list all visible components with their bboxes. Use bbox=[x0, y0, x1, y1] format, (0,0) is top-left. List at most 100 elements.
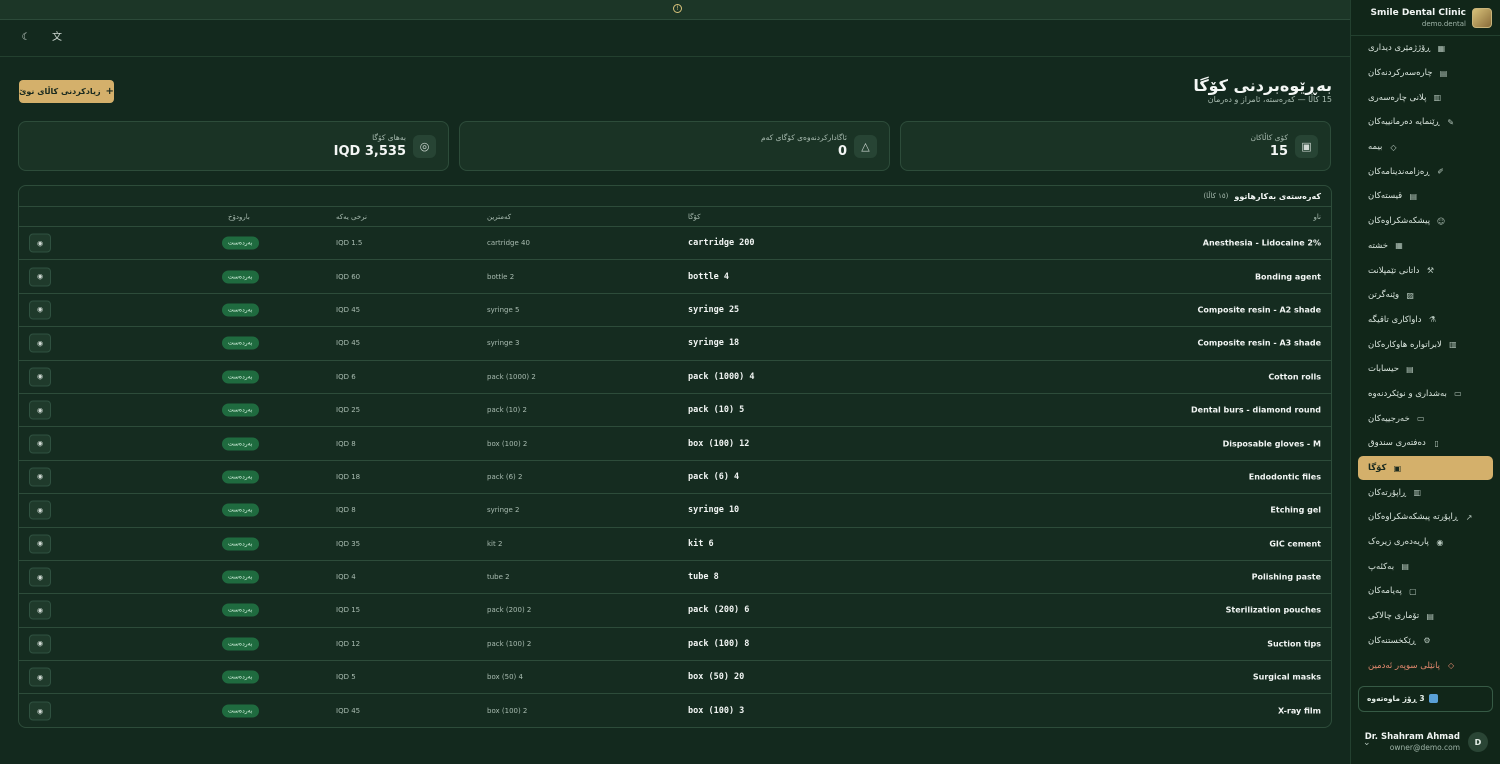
eye-icon: ◉ bbox=[36, 707, 44, 716]
eye-icon: ◉ bbox=[36, 573, 44, 582]
sidebar-item-22[interactable]: ▢ پەیامەکان bbox=[1358, 579, 1493, 604]
item-min: pack (100) 2 bbox=[487, 639, 532, 648]
view-button[interactable]: ◉ bbox=[29, 300, 51, 320]
sidebar-item-13[interactable]: ▤ حیسابات bbox=[1358, 357, 1493, 382]
item-price: IQD 45 bbox=[336, 707, 361, 716]
alert-icon[interactable]: ! bbox=[673, 4, 682, 13]
view-button[interactable]: ◉ bbox=[29, 233, 51, 253]
sidebar-item-16[interactable]: ▯ دەفتەری سندوق bbox=[1358, 431, 1493, 456]
item-name: Disposable gloves - M bbox=[1222, 439, 1321, 449]
status-badge: بەردەست bbox=[222, 270, 259, 284]
table-row: Composite resin - A2 shade syringe 25 syri… bbox=[19, 294, 1331, 328]
wallet-icon: ▭ bbox=[1416, 414, 1425, 424]
view-button[interactable]: ◉ bbox=[29, 467, 51, 487]
sidebar-item-9[interactable]: ⚒ داتانی تێمپلانت bbox=[1358, 258, 1493, 283]
brand: Smile Dental Clinic demo.dental bbox=[1351, 0, 1500, 36]
view-button[interactable]: ◉ bbox=[29, 600, 51, 620]
sidebar-item-24[interactable]: ⚙ ڕێکخستنەکان bbox=[1358, 629, 1493, 654]
sidebar-item-7[interactable]: ☺ پیشکەشکراوەکان bbox=[1358, 209, 1493, 234]
sidebar-item-14[interactable]: ▭ بەشداری و نوێکردنەوە bbox=[1358, 382, 1493, 407]
view-button[interactable]: ◉ bbox=[29, 333, 51, 353]
sidebar-item-17[interactable]: ▣ کۆگا bbox=[1358, 455, 1493, 481]
sidebar-item-8[interactable]: ▦ خشتە bbox=[1358, 234, 1493, 259]
item-min: pack (200) 2 bbox=[487, 606, 532, 615]
clipboard-list-icon: ▥ bbox=[1433, 93, 1442, 103]
status-badge: بەردەست bbox=[222, 437, 259, 451]
table-header-row: ناو کۆگا کەمترین نرخی یەکە بارودۆخ bbox=[19, 207, 1331, 227]
user-menu[interactable]: ⌄ Dr. Shahram Ahmad owner@demo.com D bbox=[1351, 720, 1500, 764]
sidebar-item-6[interactable]: ▤ قیستەکان bbox=[1358, 184, 1493, 209]
sidebar-item-label: ڕۆژژمێری دیداری bbox=[1368, 43, 1431, 54]
calendar-icon bbox=[1428, 694, 1438, 704]
sidebar-item-0[interactable]: ▦ ڕۆژژمێری دیداری bbox=[1358, 36, 1493, 61]
column-header-min[interactable]: کەمترین bbox=[487, 213, 511, 221]
sidebar-item-25[interactable]: ◇ پانێلی سوپەر ئەدمین bbox=[1358, 653, 1493, 678]
view-button[interactable]: ◉ bbox=[29, 267, 51, 287]
eye-icon: ◉ bbox=[36, 339, 44, 348]
stat-value: 15 bbox=[1269, 144, 1288, 159]
item-stock: pack (100) 8 bbox=[688, 638, 750, 649]
view-button[interactable]: ◉ bbox=[29, 634, 51, 654]
sidebar-item-label: کۆگا bbox=[1368, 463, 1387, 474]
sidebar-item-5[interactable]: ✐ ڕەزامەندینامەکان bbox=[1358, 159, 1493, 184]
sidebar-item-15[interactable]: ▭ خەرجییەکان bbox=[1358, 406, 1493, 431]
table-row: Etching gel syringe 10 syringe 2 IQD 8 بەردە… bbox=[19, 494, 1331, 528]
user-email: owner@demo.com bbox=[1389, 743, 1460, 752]
sidebar-item-18[interactable]: ▥ ڕاپۆرتەکان bbox=[1358, 480, 1493, 505]
sidebar-item-20[interactable]: ◉ پاریەدەری زیرەک bbox=[1358, 530, 1493, 555]
item-name: Sterilization pouches bbox=[1225, 605, 1321, 615]
eye-icon: ◉ bbox=[36, 372, 44, 381]
top-banner: ! bbox=[0, 0, 1350, 20]
plus-icon: + bbox=[105, 86, 114, 97]
view-button[interactable]: ◉ bbox=[29, 434, 51, 454]
sidebar-item-3[interactable]: ✎ ڕێنمایە دەرمانییەکان bbox=[1358, 110, 1493, 135]
sidebar-item-label: داواکاری تاقیگە bbox=[1368, 314, 1422, 325]
view-button[interactable]: ◉ bbox=[29, 500, 51, 520]
sidebar-item-label: دەفتەری سندوق bbox=[1368, 438, 1426, 449]
sidebar-item-23[interactable]: ▤ تۆماری چالاکی bbox=[1358, 604, 1493, 629]
message-icon: ▢ bbox=[1409, 586, 1417, 596]
table-row: Surgical masks box (50) 20 box (50) 4 IQD 5… bbox=[19, 661, 1331, 695]
item-price: IQD 60 bbox=[336, 272, 361, 281]
add-item-button[interactable]: + زیادکردنی کاڵای نوێ bbox=[19, 80, 114, 103]
sidebar-item-2[interactable]: ▥ پلانی چارەسەری bbox=[1358, 85, 1493, 110]
column-header-name[interactable]: ناو bbox=[1314, 213, 1321, 221]
view-button[interactable]: ◉ bbox=[29, 667, 51, 687]
sidebar-item-19[interactable]: ↗ ڕاپۆرتە پیشکەشکراوەکان bbox=[1358, 505, 1493, 530]
sidebar-item-1[interactable]: ▤ چارەسەرکردنەکان bbox=[1358, 61, 1493, 86]
item-name: Suction tips bbox=[1267, 639, 1321, 649]
gear-icon: ⚙ bbox=[1423, 636, 1431, 646]
translate-icon[interactable]: 文 bbox=[51, 32, 63, 44]
trend-icon: ↗ bbox=[1465, 512, 1473, 522]
item-name: Bonding agent bbox=[1254, 272, 1321, 282]
item-stock: tube 8 bbox=[688, 572, 719, 583]
clinic-name: Smile Dental Clinic bbox=[1370, 7, 1466, 18]
status-badge: بەردەست bbox=[222, 303, 259, 317]
column-header-stock[interactable]: کۆگا bbox=[688, 213, 700, 221]
sidebar-item-10[interactable]: ▨ وێنەگرتن bbox=[1358, 283, 1493, 308]
column-header-status[interactable]: بارودۆخ bbox=[228, 213, 250, 221]
item-min: box (50) 4 bbox=[487, 673, 523, 682]
stat-card-stock-value: ◎ بەهای کۆگا IQD 3,535 bbox=[18, 121, 449, 171]
view-button[interactable]: ◉ bbox=[29, 701, 51, 721]
view-button[interactable]: ◉ bbox=[29, 400, 51, 420]
sidebar-item-4[interactable]: ◇ بیمە bbox=[1358, 135, 1493, 160]
sidebar-item-label: ڕەزامەندینامەکان bbox=[1368, 166, 1430, 177]
view-button[interactable]: ◉ bbox=[29, 567, 51, 587]
sidebar-item-21[interactable]: ▤ بەکئەپ bbox=[1358, 554, 1493, 579]
view-button[interactable]: ◉ bbox=[29, 367, 51, 387]
sidebar-item-label: پانێلی سوپەر ئەدمین bbox=[1368, 660, 1441, 671]
sidebar-item-11[interactable]: ⚗ داواکاری تاقیگە bbox=[1358, 308, 1493, 333]
moon-icon[interactable]: ☾ bbox=[20, 32, 32, 44]
shield-icon: ◇ bbox=[1390, 142, 1397, 152]
receipt-icon: ▤ bbox=[1409, 191, 1417, 201]
eye-icon: ◉ bbox=[36, 673, 44, 682]
trial-badge[interactable]: 3 ڕۆژ ماوەتەوە bbox=[1358, 685, 1493, 712]
status-badge: بەردەست bbox=[222, 336, 259, 350]
column-header-price[interactable]: نرخی یەکە bbox=[336, 213, 367, 221]
view-button[interactable]: ◉ bbox=[29, 534, 51, 554]
status-badge: بەردەست bbox=[222, 704, 259, 718]
sidebar-item-12[interactable]: ▥ لابراتوارە هاوکارەکان bbox=[1358, 332, 1493, 357]
status-badge: بەردەست bbox=[222, 537, 259, 551]
image-icon: ▨ bbox=[1406, 290, 1414, 300]
